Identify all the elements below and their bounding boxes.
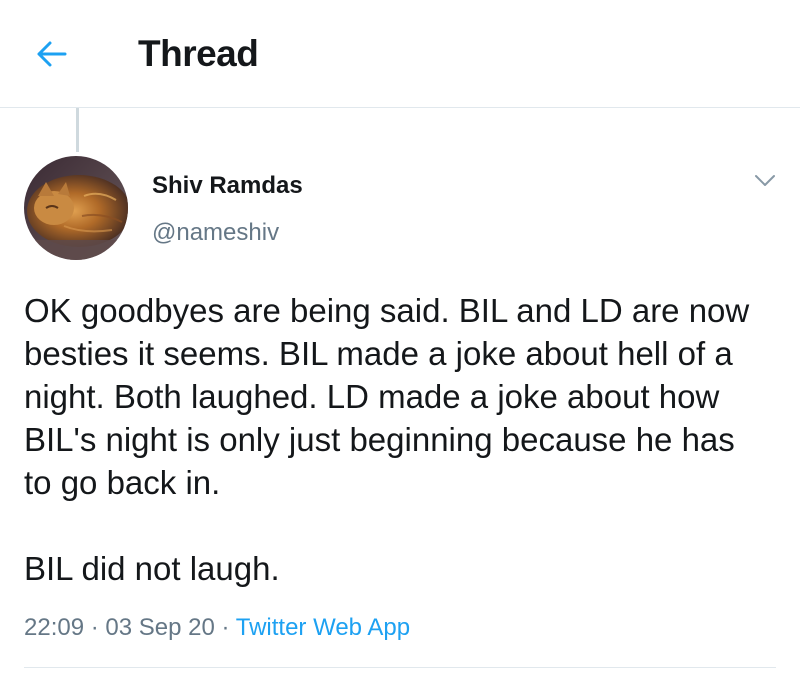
divider	[24, 667, 776, 668]
tweet-date[interactable]: 03 Sep 20	[105, 614, 214, 641]
thread-connector-line	[76, 108, 79, 152]
tweet-text: OK goodbyes are being said. BIL and LD a…	[24, 289, 764, 590]
header-bar: Thread	[0, 0, 800, 108]
tweet-time[interactable]: 22:09	[24, 614, 84, 641]
arrow-left-icon	[36, 40, 68, 73]
meta-separator: ·	[221, 614, 230, 641]
back-button[interactable]	[30, 36, 74, 76]
avatar[interactable]	[24, 156, 128, 260]
tweet-paragraph: BIL did not laugh.	[24, 550, 280, 587]
tweet-source-link[interactable]: Twitter Web App	[236, 614, 410, 641]
tweet-author: Shiv Ramdas @nameshiv	[152, 172, 303, 247]
chevron-down-icon	[754, 174, 776, 193]
meta-separator: ·	[90, 614, 99, 641]
tweet-paragraph: OK goodbyes are being said. BIL and LD a…	[24, 292, 759, 501]
page-title: Thread	[138, 33, 259, 74]
tweet-menu-button[interactable]	[750, 168, 780, 198]
author-handle[interactable]: @nameshiv	[152, 219, 303, 247]
tweet-metadata: 22:09 · 03 Sep 20 · Twitter Web App	[24, 614, 410, 642]
author-name[interactable]: Shiv Ramdas	[152, 172, 303, 200]
